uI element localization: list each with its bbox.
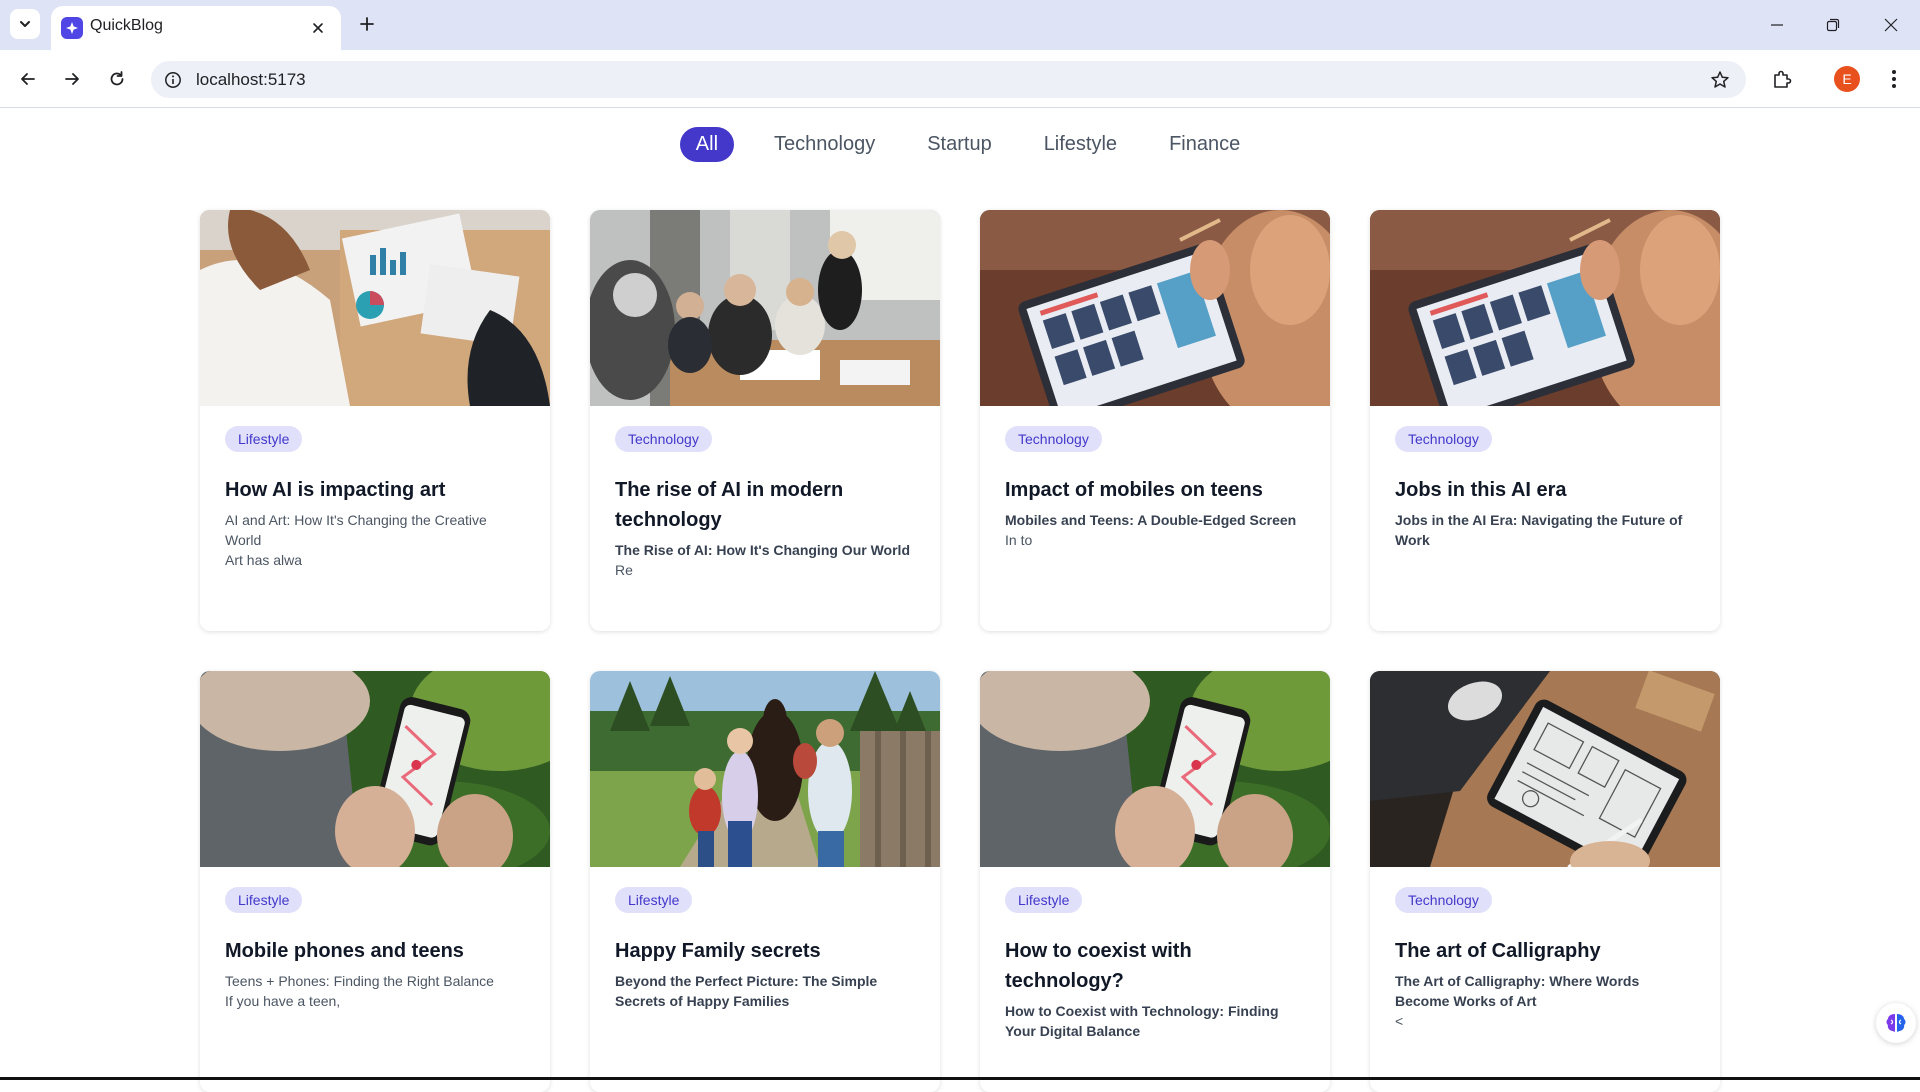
forward-icon [65, 73, 79, 85]
blog-card-title: Jobs in this AI era [1395, 479, 1567, 501]
category-badge: Technology [615, 426, 712, 452]
reload-icon [110, 71, 124, 86]
extensions-button[interactable] [1766, 63, 1798, 95]
blog-card[interactable]: Technology Jobs in this AI era Jobs in t… [1370, 210, 1720, 631]
blog-card-excerpt: AI and Art: How It's Changing the Creati… [225, 512, 487, 568]
chevron-down-icon [20, 21, 30, 27]
site-info-button[interactable] [162, 69, 183, 90]
blog-card-title: How AI is impacting art [225, 479, 446, 501]
blog-card-image [200, 671, 550, 867]
extensions-icon [1774, 70, 1792, 88]
blog-card-title: Mobile phones and teens [225, 940, 464, 962]
browser-menu-button[interactable] [1878, 63, 1910, 95]
blog-card-excerpt: Teens + Phones: Finding the Right Balanc… [225, 973, 494, 1009]
profile-avatar[interactable]: E [1834, 66, 1860, 92]
minimize-button[interactable] [1762, 10, 1792, 40]
blog-card-excerpt: Mobiles and Teens: A Double-Edged Screen… [1005, 512, 1297, 548]
restore-button[interactable] [1818, 10, 1848, 40]
category-badge: Lifestyle [225, 426, 303, 452]
blog-card-excerpt: The Art of Calligraphy: Where Words Beco… [1395, 973, 1640, 1029]
star-icon [1711, 71, 1729, 88]
blog-card[interactable]: Technology Impact of mobiles on teens Mo… [980, 210, 1330, 631]
blog-card-image [590, 210, 940, 406]
blog-card-excerpt: Beyond the Perfect Picture: The Simple S… [615, 973, 878, 1009]
blog-card[interactable]: Lifestyle How AI is impacting art AI and… [200, 210, 550, 631]
brain-icon [1886, 1014, 1906, 1032]
category-badge: Lifestyle [1005, 887, 1083, 913]
restore-icon [1826, 18, 1840, 32]
close-window-button[interactable] [1876, 10, 1906, 40]
blog-card-title: The rise of AI in modern technology [615, 479, 844, 531]
category-badge: Lifestyle [615, 887, 693, 913]
blog-card[interactable]: Technology The rise of AI in modern tech… [590, 210, 940, 631]
forward-button[interactable] [56, 63, 88, 95]
tab-title: QuickBlog [90, 17, 163, 34]
back-button[interactable] [12, 63, 44, 95]
blog-card[interactable]: Technology The art of Calligraphy The Ar… [1370, 671, 1720, 1092]
blog-card-image [200, 210, 550, 406]
blog-card-image [1370, 210, 1720, 406]
browser-tab[interactable]: QuickBlog [51, 6, 341, 50]
blog-card-image [980, 671, 1330, 867]
close-tab-button[interactable] [307, 17, 329, 39]
kebab-menu-icon [1892, 70, 1896, 88]
tab-search-button[interactable] [10, 9, 40, 39]
back-icon [21, 73, 35, 85]
category-badge: Lifestyle [225, 887, 303, 913]
blog-card-image [1370, 671, 1720, 867]
category-badge: Technology [1395, 426, 1492, 452]
browser-tab-strip: QuickBlog [0, 0, 1920, 50]
blog-card-image [590, 671, 940, 867]
filter-finance[interactable]: Finance [1157, 127, 1252, 162]
blog-card-excerpt: The Rise of AI: How It's Changing Our Wo… [615, 542, 910, 578]
blog-card-excerpt: Jobs in the AI Era: Navigating the Futur… [1395, 512, 1683, 548]
blog-card-title: Happy Family secrets [615, 940, 821, 962]
new-tab-button[interactable] [352, 9, 382, 39]
url-text[interactable]: localhost:5173 [196, 70, 306, 90]
blog-card-image [980, 210, 1330, 406]
reload-button[interactable] [101, 63, 133, 95]
filter-technology[interactable]: Technology [762, 127, 887, 162]
category-filter-bar: All Technology Startup Lifestyle Finance [0, 124, 1920, 164]
assistant-button[interactable] [1876, 1003, 1916, 1043]
category-badge: Technology [1395, 887, 1492, 913]
close-window-icon [1884, 18, 1898, 32]
category-badge: Technology [1005, 426, 1102, 452]
blog-card-title: The art of Calligraphy [1395, 940, 1601, 962]
plus-icon [360, 17, 374, 31]
blog-card[interactable]: Lifestyle Happy Family secrets Beyond th… [590, 671, 940, 1092]
browser-toolbar: localhost:5173 [0, 50, 1920, 108]
favicon-icon [61, 17, 83, 39]
minimize-icon [1771, 24, 1783, 26]
blog-card[interactable]: Lifestyle How to coexist with technology… [980, 671, 1330, 1092]
blog-card-title: How to coexist with technology? [1005, 940, 1192, 992]
close-icon [313, 23, 323, 33]
blog-card-title: Impact of mobiles on teens [1005, 479, 1263, 501]
blog-card[interactable]: Lifestyle Mobile phones and teens Teens … [200, 671, 550, 1092]
filter-lifestyle[interactable]: Lifestyle [1032, 127, 1129, 162]
filter-startup[interactable]: Startup [915, 127, 1003, 162]
address-bar[interactable]: localhost:5173 [151, 61, 1746, 98]
filter-all[interactable]: All [679, 126, 735, 162]
blog-card-grid: Lifestyle How AI is impacting art AI and… [200, 210, 1721, 1092]
bookmark-button[interactable] [1708, 68, 1732, 92]
info-icon [164, 71, 181, 88]
blog-card-excerpt: How to Coexist with Technology: Finding … [1005, 1003, 1279, 1039]
